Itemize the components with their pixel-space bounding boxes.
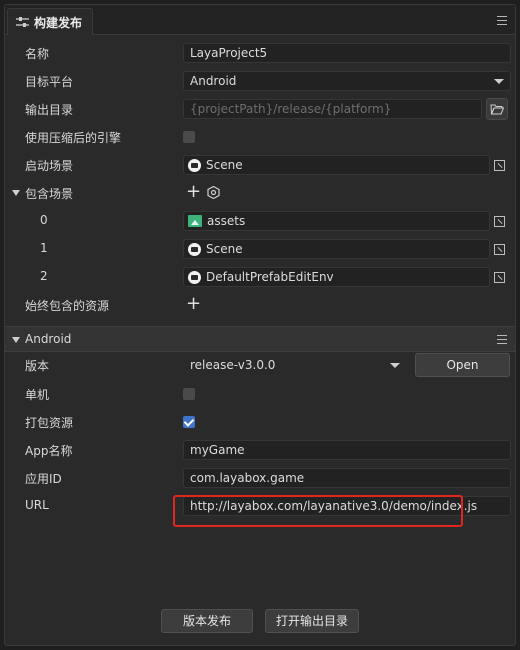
output-dir-placeholder: {projectPath}/release/{platform} — [190, 102, 392, 116]
row-startup-scene: 启动场景 Scene — [5, 151, 515, 179]
standalone-label: 单机 — [25, 388, 50, 402]
scene-icon — [188, 242, 201, 256]
name-input[interactable]: LayaProject5 — [183, 43, 511, 63]
title-bar: 构建发布 — [5, 5, 515, 35]
startup-scene-field[interactable]: Scene — [183, 155, 490, 175]
pick-target-icon[interactable] — [494, 216, 505, 227]
add-scene-button[interactable]: + — [186, 183, 201, 201]
scene-index: 1 — [40, 241, 48, 255]
included-scene-item: 1 Scene — [5, 235, 515, 263]
included-scene-value: Scene — [206, 242, 243, 256]
target-platform-label: 目标平台 — [25, 75, 74, 89]
pack-resources-checkbox[interactable] — [183, 416, 195, 428]
app-id-input[interactable]: com.layabox.game — [183, 468, 511, 488]
included-scene-value: assets — [207, 214, 246, 228]
included-scene-field[interactable]: assets — [183, 211, 490, 231]
app-name-input[interactable]: myGame — [183, 440, 511, 460]
folder-image-icon — [188, 215, 202, 227]
included-scene-field[interactable]: DefaultPrefabEditEnv — [183, 267, 490, 287]
scene-icon — [188, 158, 201, 172]
expand-arrow-icon[interactable] — [12, 190, 20, 196]
included-scenes-label: 包含场景 — [25, 187, 74, 201]
row-included-scenes: 包含场景 + — [5, 179, 515, 207]
target-platform-select[interactable]: Android — [183, 71, 511, 91]
row-always-include: 始终包含的资源 + — [5, 291, 515, 319]
pick-target-icon[interactable] — [494, 272, 505, 283]
app-name-label: App名称 — [25, 444, 73, 458]
url-highlight-box — [173, 495, 463, 527]
expand-arrow-icon[interactable] — [12, 337, 20, 343]
android-section-title: Android — [25, 332, 72, 346]
hamburger-menu-icon[interactable] — [497, 16, 507, 25]
gear-icon[interactable] — [207, 186, 220, 199]
included-scene-value: DefaultPrefabEditEnv — [206, 270, 334, 284]
pack-resources-label: 打包资源 — [25, 416, 74, 430]
tab-build-publish[interactable]: 构建发布 — [7, 8, 94, 35]
version-value: release-v3.0.0 — [190, 358, 276, 372]
scene-icon — [188, 270, 201, 284]
add-resource-button[interactable]: + — [186, 295, 201, 313]
app-id-label: 应用ID — [25, 472, 62, 486]
output-dir-label: 输出目录 — [25, 103, 74, 117]
row-name: 名称 LayaProject5 — [5, 39, 515, 67]
compressed-engine-checkbox[interactable] — [183, 131, 195, 143]
open-output-dir-button[interactable]: 打开输出目录 — [265, 609, 359, 633]
chevron-down-icon — [494, 79, 504, 84]
row-app-name: App名称 myGame — [5, 436, 515, 464]
open-button[interactable]: Open — [415, 353, 510, 377]
row-app-id: 应用ID com.layabox.game — [5, 464, 515, 492]
scene-index: 2 — [40, 269, 48, 283]
included-scene-field[interactable]: Scene — [183, 239, 490, 259]
version-select[interactable]: release-v3.0.0 — [183, 355, 407, 375]
publish-button[interactable]: 版本发布 — [161, 609, 253, 633]
chevron-down-icon — [390, 363, 400, 368]
row-target-platform: 目标平台 Android — [5, 67, 515, 95]
row-standalone: 单机 — [5, 380, 515, 408]
target-platform-value: Android — [190, 74, 237, 88]
build-publish-panel: 构建发布 名称 LayaProject5 目标平台 Android 输出目录 {… — [4, 4, 516, 646]
compressed-engine-label: 使用压缩后的引擎 — [25, 131, 122, 145]
row-output-dir: 输出目录 {projectPath}/release/{platform} — [5, 95, 515, 123]
startup-scene-label: 启动场景 — [25, 159, 74, 173]
pick-target-icon[interactable] — [494, 160, 505, 171]
startup-scene-value: Scene — [206, 158, 243, 172]
folder-open-icon — [490, 104, 504, 114]
tab-title: 构建发布 — [34, 15, 83, 30]
row-pack-resources: 打包资源 — [5, 408, 515, 436]
scene-index: 0 — [40, 213, 48, 227]
hamburger-menu-icon[interactable] — [497, 335, 507, 344]
output-dir-input[interactable]: {projectPath}/release/{platform} — [183, 99, 482, 119]
row-version: 版本 release-v3.0.0 Open — [5, 351, 515, 379]
always-include-label: 始终包含的资源 — [25, 299, 110, 313]
row-compressed-engine: 使用压缩后的引擎 — [5, 123, 515, 151]
url-label: URL — [25, 498, 49, 512]
standalone-checkbox[interactable] — [183, 388, 195, 400]
pick-target-icon[interactable] — [494, 244, 505, 255]
android-section-header[interactable]: Android — [5, 326, 515, 352]
included-scene-item: 2 DefaultPrefabEditEnv — [5, 263, 515, 291]
sliders-icon — [16, 16, 29, 27]
name-label: 名称 — [25, 47, 50, 61]
browse-folder-button[interactable] — [486, 98, 508, 120]
included-scene-item: 0 assets — [5, 207, 515, 235]
version-label: 版本 — [25, 359, 50, 373]
